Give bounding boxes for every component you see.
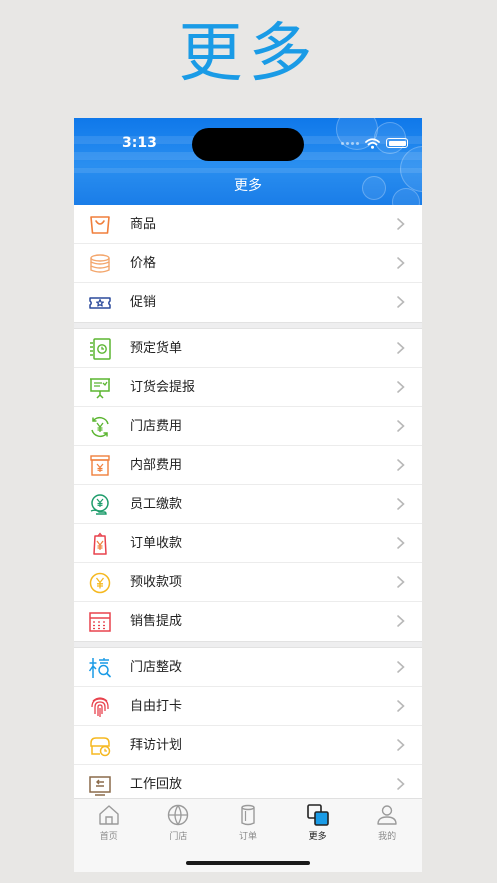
menu-item-label: 预收款项 — [130, 575, 183, 590]
menu-item-price[interactable]: 价格 — [74, 244, 422, 283]
menu-item-visit-plan[interactable]: 拜访计划 — [74, 726, 422, 765]
menu-group-finance: 预定货单 订货会提报 门店费用 内部费用 员工缴款 订单收款 预收款项 销售提成 — [74, 329, 422, 641]
menu-item-label: 门店整改 — [130, 660, 183, 675]
group-separator — [74, 641, 422, 648]
menu-list: 商品 价格 促销 预定货单 订货会提报 门店费用 内部费用 员工缴款 订单收款 … — [74, 205, 422, 804]
menu-item-label: 拜访计划 — [130, 738, 183, 753]
menu-item-products[interactable]: 商品 — [74, 205, 422, 244]
yen-box-icon — [90, 455, 110, 476]
yen-cycle-icon — [91, 416, 109, 438]
menu-item-internal-expense[interactable]: 内部费用 — [74, 446, 422, 485]
menu-item-free-checkin[interactable]: 自由打卡 — [74, 687, 422, 726]
visit-plan-icon — [90, 737, 111, 757]
fingerprint-icon — [91, 697, 109, 717]
menu-item-promotion[interactable]: 促销 — [74, 283, 422, 322]
ticket-star-icon — [89, 297, 111, 309]
menu-item-label: 自由打卡 — [130, 699, 183, 714]
tab-label: 订单 — [238, 832, 257, 842]
menu-item-preorder[interactable]: 预定货单 — [74, 329, 422, 368]
chevron-right-icon — [397, 576, 405, 588]
chevron-right-icon — [397, 498, 405, 510]
chevron-right-icon — [397, 381, 405, 393]
menu-item-label: 促销 — [130, 295, 157, 310]
chevron-right-icon — [397, 420, 405, 432]
banner-title: 更多 — [178, 17, 319, 91]
tab-orders[interactable]: 订单 — [213, 803, 283, 847]
chevron-right-icon — [397, 342, 405, 354]
menu-item-label: 销售提成 — [130, 614, 183, 629]
chevron-right-icon — [397, 615, 405, 627]
camera-notch — [192, 128, 304, 161]
chevron-right-icon — [397, 778, 405, 790]
menu-group-field: 门店整改 自由打卡 拜访计划 工作回放 — [74, 648, 422, 804]
menu-item-order-fair[interactable]: 订货会提报 — [74, 368, 422, 407]
tab-label: 我的 — [378, 832, 397, 842]
menu-item-label: 商品 — [130, 217, 157, 232]
menu-item-label: 订货会提报 — [130, 380, 196, 395]
inspect-icon — [88, 658, 111, 678]
tab-stores[interactable]: 门店 — [144, 803, 214, 847]
tab-more[interactable]: 更多 — [283, 803, 353, 847]
tab-mine[interactable]: 我的 — [352, 803, 422, 847]
menu-item-advance-receipt[interactable]: 预收款项 — [74, 563, 422, 602]
menu-item-label: 员工缴款 — [130, 497, 183, 512]
menu-item-label: 价格 — [130, 256, 157, 271]
home-indicator — [186, 861, 310, 865]
menu-item-store-expense[interactable]: 门店费用 — [74, 407, 422, 446]
replay-icon — [89, 776, 111, 796]
menu-item-store-rectify[interactable]: 门店整改 — [74, 648, 422, 687]
tab-label: 首页 — [99, 832, 118, 842]
yen-coin-icon — [89, 572, 111, 594]
chevron-right-icon — [397, 257, 405, 269]
menu-item-label: 门店费用 — [130, 419, 183, 434]
tab-label: 门店 — [169, 832, 188, 842]
schedule-order-icon — [90, 338, 111, 360]
person-icon — [377, 805, 397, 825]
signal-icon — [341, 141, 359, 145]
menu-item-label: 预定货单 — [130, 341, 183, 356]
yen-tag-icon — [93, 532, 107, 555]
home-icon — [99, 805, 119, 825]
tab-home[interactable]: 首页 — [74, 803, 144, 847]
group-separator — [74, 322, 422, 329]
tab-bar: 首页 门店 订单 更多 我的 — [74, 798, 422, 872]
coin-stack-icon — [90, 254, 110, 273]
wifi-icon — [365, 137, 380, 149]
more-squares-icon — [306, 804, 329, 826]
phone-screen: 3:13 更多 商品 价格 促销 预定货单 订货会提报 门店费用 内部费用 员工… — [74, 118, 422, 872]
menu-group-products: 商品 价格 促销 — [74, 205, 422, 322]
chevron-right-icon — [397, 218, 405, 230]
status-time: 3:13 — [122, 135, 157, 151]
chevron-right-icon — [397, 700, 405, 712]
presentation-board-icon — [90, 378, 110, 399]
menu-item-label: 内部费用 — [130, 458, 183, 473]
menu-item-order-collection[interactable]: 订单收款 — [74, 524, 422, 563]
globe-icon — [168, 804, 189, 826]
shopping-bag-icon — [90, 216, 110, 234]
chevron-right-icon — [397, 296, 405, 308]
header-title: 更多 — [234, 178, 262, 194]
menu-item-label: 订单收款 — [130, 536, 183, 551]
menu-item-label: 工作回放 — [130, 777, 183, 792]
chevron-right-icon — [397, 661, 405, 673]
header: 3:13 更多 — [74, 118, 422, 205]
chevron-right-icon — [397, 459, 405, 471]
menu-item-sales-commission[interactable]: 销售提成 — [74, 602, 422, 641]
yen-hand-icon — [90, 494, 109, 515]
status-icons — [341, 136, 408, 150]
battery-icon — [386, 138, 408, 148]
tab-label: 更多 — [308, 832, 327, 842]
calculator-icon — [89, 612, 111, 632]
chevron-right-icon — [397, 537, 405, 549]
order-cylinder-icon — [241, 804, 255, 826]
chevron-right-icon — [397, 739, 405, 751]
menu-item-staff-payment[interactable]: 员工缴款 — [74, 485, 422, 524]
